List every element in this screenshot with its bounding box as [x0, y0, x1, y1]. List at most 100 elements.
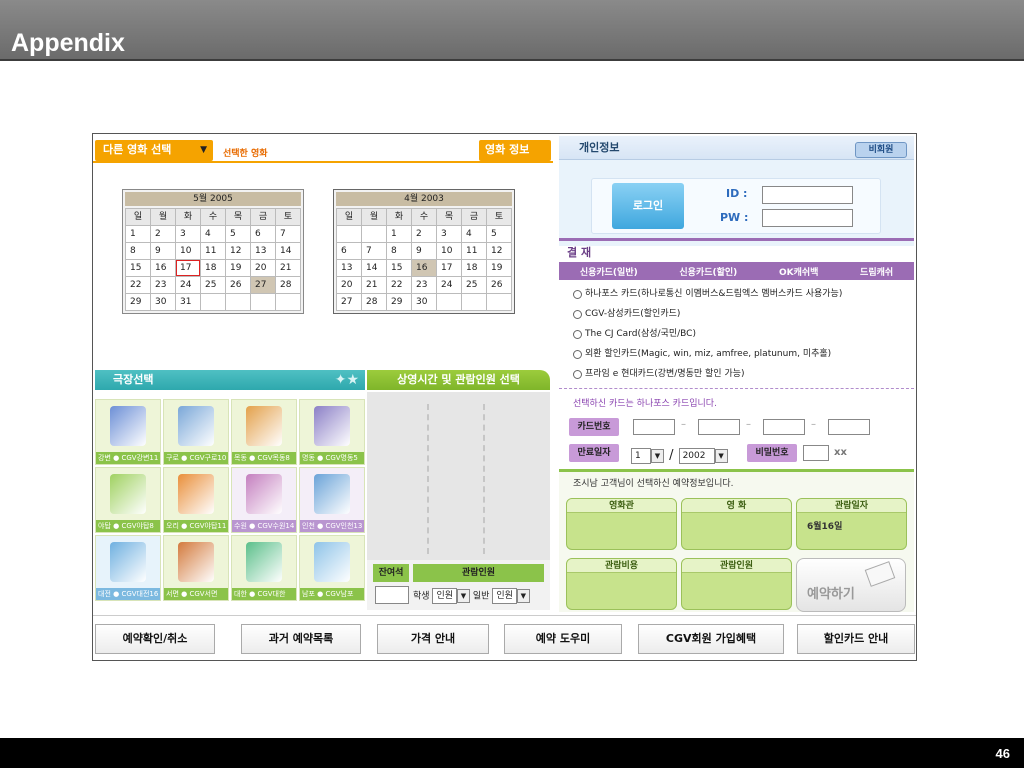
reserve-button[interactable]: 예약하기	[796, 558, 906, 612]
calendar-day[interactable]: 11	[201, 243, 225, 259]
calendar-day[interactable]: 13	[337, 260, 361, 276]
calendar-day[interactable]: 25	[201, 277, 225, 293]
tab-discount-card[interactable]: 신용카드(할인)	[679, 265, 737, 278]
nav-discount-card-guide[interactable]: 할인카드 안내	[797, 624, 915, 654]
card-number-2[interactable]	[698, 419, 740, 435]
calendar-day[interactable]: 20	[251, 260, 275, 276]
tab-ok-cashbag[interactable]: OK캐쉬백	[779, 265, 818, 278]
nav-price-guide[interactable]: 가격 안내	[377, 624, 489, 654]
theater-item[interactable]: 구로 ● CGV구로10	[163, 399, 229, 465]
calendar-day[interactable]: 18	[462, 260, 486, 276]
calendar-day[interactable]: 28	[276, 277, 300, 293]
calendar-day[interactable]: 4	[201, 226, 225, 242]
calendar-day[interactable]: 15	[387, 260, 411, 276]
theater-item[interactable]: 서면 ● CGV서면	[163, 535, 229, 601]
card-number-4[interactable]	[828, 419, 870, 435]
general-count-select[interactable]: 인원	[492, 588, 517, 604]
card-option[interactable]: CGV-삼성카드(할인카드)	[571, 304, 911, 324]
chevron-down-icon[interactable]: ▼	[714, 448, 728, 463]
calendar-day[interactable]: 23	[412, 277, 436, 293]
calendar-day[interactable]: 17	[437, 260, 461, 276]
calendar-day[interactable]: 1	[387, 226, 411, 242]
calendar-day[interactable]: 6	[337, 243, 361, 259]
calendar-day[interactable]: 10	[437, 243, 461, 259]
remaining-seats-field[interactable]	[375, 586, 409, 604]
card-number-3[interactable]	[763, 419, 805, 435]
theater-item[interactable]: 강변 ● CGV강변11	[95, 399, 161, 465]
calendar-day[interactable]: 24	[437, 277, 461, 293]
theater-item[interactable]: 수원 ● CGV수원14	[231, 467, 297, 533]
calendar-day[interactable]: 21	[276, 260, 300, 276]
card-option[interactable]: 프라임 e 현대카드(강변/명동만 할인 가능)	[571, 364, 911, 384]
calendar-day[interactable]: 11	[462, 243, 486, 259]
theater-item[interactable]: 목동 ● CGV목동8	[231, 399, 297, 465]
calendar-day[interactable]: 5	[487, 226, 511, 242]
calendar-day[interactable]: 19	[226, 260, 250, 276]
tab-dream-cash[interactable]: 드림캐쉬	[860, 265, 893, 278]
calendar-day[interactable]: 22	[387, 277, 411, 293]
pw-input[interactable]	[762, 209, 853, 227]
calendar-day[interactable]: 20	[337, 277, 361, 293]
student-count-select[interactable]: 인원	[432, 588, 457, 604]
calendar-day[interactable]: 31	[176, 294, 200, 310]
calendar-day[interactable]: 25	[462, 277, 486, 293]
calendar-day[interactable]: 12	[226, 243, 250, 259]
calendar-day[interactable]: 28	[362, 294, 386, 310]
calendar-day[interactable]: 30	[412, 294, 436, 310]
theater-item[interactable]: 대전 ● CGV대전16	[95, 535, 161, 601]
calendar-day[interactable]: 19	[487, 260, 511, 276]
calendar-day[interactable]: 27	[251, 277, 275, 293]
theater-item[interactable]: 남포 ● CGV남포	[299, 535, 365, 601]
calendar-day[interactable]: 14	[362, 260, 386, 276]
calendar-day[interactable]: 24	[176, 277, 200, 293]
theater-item[interactable]: 야탑 ● CGV야탑8	[95, 467, 161, 533]
expiry-month-select[interactable]: 1	[631, 447, 651, 464]
nav-cgv-member-benefits[interactable]: CGV회원 가입혜택	[638, 624, 784, 654]
calendar-day[interactable]: 7	[362, 243, 386, 259]
card-option[interactable]: 하나포스 카드(하나로통신 이멤버스&드림엑스 멤버스카드 사용가능)	[571, 284, 911, 304]
card-number-1[interactable]	[633, 419, 675, 435]
id-input[interactable]	[762, 186, 853, 204]
calendar-day[interactable]: 3	[437, 226, 461, 242]
calendar-day[interactable]: 3	[176, 226, 200, 242]
card-option[interactable]: 외환 할인카드(Magic, win, miz, amfree, platunu…	[571, 344, 911, 364]
chevron-down-icon[interactable]: ▼	[457, 589, 470, 603]
theater-item[interactable]: 명동 ● CGV명동5	[299, 399, 365, 465]
chevron-down-icon[interactable]: ▼	[516, 589, 530, 603]
card-option[interactable]: The CJ Card(삼성/국민/BC)	[571, 324, 911, 344]
calendar-day[interactable]: 10	[176, 243, 200, 259]
login-button[interactable]: 로그인	[612, 183, 684, 229]
calendar-day[interactable]: 17	[176, 260, 200, 276]
nav-reservation-check[interactable]: 예약확인/취소	[95, 624, 215, 654]
calendar-day[interactable]: 12	[487, 243, 511, 259]
chevron-down-icon[interactable]: ▼	[651, 448, 664, 463]
calendar-day[interactable]: 23	[151, 277, 175, 293]
calendar-day[interactable]: 6	[251, 226, 275, 242]
calendar-day[interactable]: 1	[126, 226, 150, 242]
nav-reservation-helper[interactable]: 예약 도우미	[504, 624, 622, 654]
expiry-year-select[interactable]: 2002	[678, 447, 715, 464]
calendar-day[interactable]: 26	[226, 277, 250, 293]
calendar-day[interactable]: 8	[126, 243, 150, 259]
calendar-day[interactable]: 18	[201, 260, 225, 276]
calendar-day[interactable]: 15	[126, 260, 150, 276]
calendar-day[interactable]: 9	[151, 243, 175, 259]
calendar-day[interactable]: 30	[151, 294, 175, 310]
theater-item[interactable]: 인천 ● CGV인천13	[299, 467, 365, 533]
calendar-day[interactable]: 16	[151, 260, 175, 276]
calendar-day[interactable]: 21	[362, 277, 386, 293]
nav-past-reservations[interactable]: 과거 예약목록	[241, 624, 361, 654]
movie-info-tab[interactable]: 영화 정보	[479, 140, 551, 161]
theater-item[interactable]: 오리 ● CGV야탑11	[163, 467, 229, 533]
calendar-day[interactable]: 2	[412, 226, 436, 242]
calendar-day[interactable]: 16	[412, 260, 436, 276]
calendar-day[interactable]: 29	[387, 294, 411, 310]
calendar-day[interactable]: 26	[487, 277, 511, 293]
calendar-day[interactable]: 4	[462, 226, 486, 242]
calendar-day[interactable]: 8	[387, 243, 411, 259]
other-movie-tab[interactable]: 다른 영화 선택 ▼	[95, 140, 213, 161]
calendar-day[interactable]: 7	[276, 226, 300, 242]
calendar-day[interactable]: 2	[151, 226, 175, 242]
calendar-day[interactable]: 27	[337, 294, 361, 310]
theater-item[interactable]: 대한 ● CGV대한	[231, 535, 297, 601]
